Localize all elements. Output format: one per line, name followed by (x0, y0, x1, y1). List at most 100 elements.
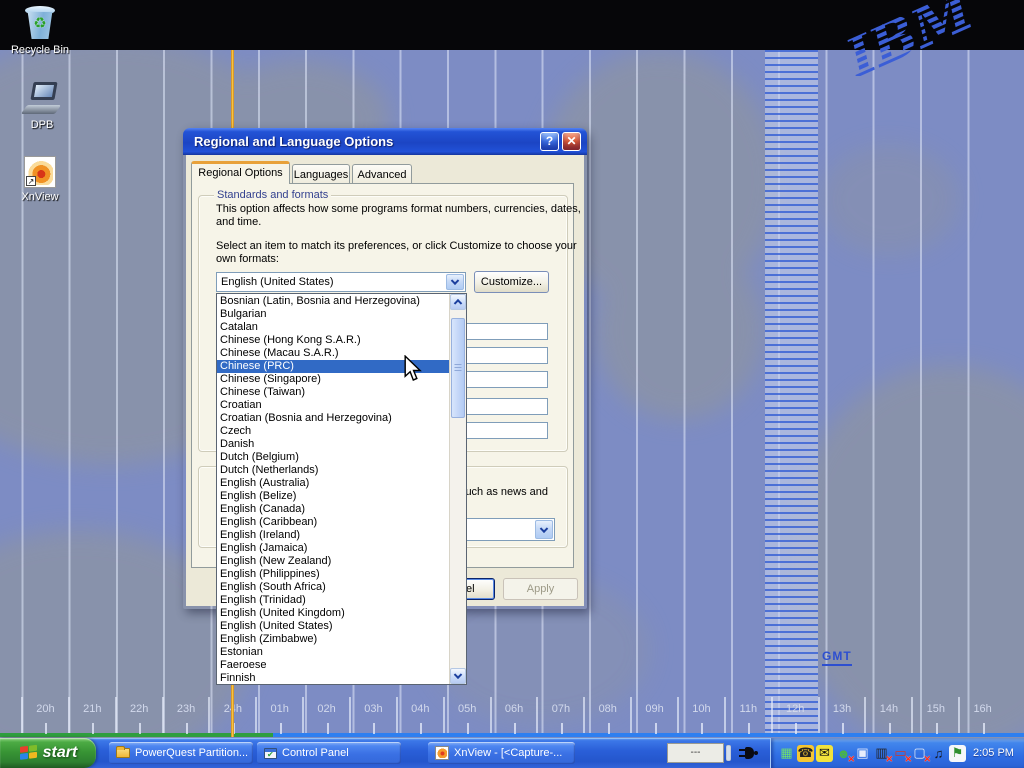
language-list-item[interactable]: Croatian (Bosnia and Herzegovina) (217, 412, 449, 425)
timezone-cell: 21h (68, 697, 115, 733)
chevron-up-icon (454, 299, 462, 307)
formats-instruction-text: Select an item to match its preferences,… (216, 240, 586, 266)
language-list-item[interactable]: Faeroese (217, 659, 449, 672)
window-titlebar[interactable]: Regional and Language Options ? ✕ (183, 128, 587, 155)
scrollbar-thumb[interactable] (451, 318, 465, 418)
language-list-item[interactable]: English (United States) (217, 620, 449, 633)
taskbar-button-control-panel[interactable]: Control Panel (257, 742, 401, 764)
hour-tick (467, 723, 469, 734)
hour-label: 01h (257, 703, 302, 715)
start-button[interactable]: start (0, 738, 96, 768)
language-list-item[interactable]: English (United Kingdom) (217, 607, 449, 620)
language-list-item[interactable]: Estonian (217, 646, 449, 659)
language-list-item[interactable]: English (Ireland) (217, 529, 449, 542)
device-error-icon[interactable]: ▭✕ (892, 745, 909, 762)
hour-tick (655, 723, 657, 734)
timezone-cell: 16h (958, 697, 1005, 733)
hour-tick (373, 723, 375, 734)
language-list-item[interactable]: Chinese (Hong Kong S.A.R.) (217, 334, 449, 347)
language-list-item[interactable]: English (Caribbean) (217, 516, 449, 529)
hour-tick (842, 723, 844, 734)
hour-tick (561, 723, 563, 734)
hour-label: 07h (538, 703, 583, 715)
close-button[interactable]: ✕ (562, 132, 581, 151)
recycle-arrows-icon: ♻ (24, 14, 56, 32)
gmt-meridian-band (765, 50, 818, 735)
hour-tick (420, 723, 422, 734)
hour-tick (608, 723, 610, 734)
timezone-cell: 09h (630, 697, 677, 733)
phone-agent-icon[interactable]: ☎ (797, 745, 814, 762)
user-status-offline-icon[interactable]: ☻✕ (835, 745, 852, 762)
list-scrollbar[interactable] (449, 294, 466, 684)
language-list-item[interactable]: English (Zimbabwe) (217, 633, 449, 646)
hour-tick (701, 723, 703, 734)
scrollbar-up-button[interactable] (450, 294, 466, 310)
control-panel-icon (264, 748, 277, 759)
tab-languages[interactable]: Languages (292, 164, 350, 184)
desktop-icon-dpb[interactable]: DPB (4, 82, 80, 131)
language-list-item[interactable]: Dutch (Netherlands) (217, 464, 449, 477)
language-list-item[interactable]: Czech (217, 425, 449, 438)
desktop-icon-label: Recycle Bin (2, 44, 78, 56)
network-places-icon[interactable]: ▣ (854, 745, 871, 762)
language-list-item[interactable]: English (New Zealand) (217, 555, 449, 568)
apply-button[interactable]: Apply (503, 578, 578, 600)
help-button[interactable]: ? (540, 132, 559, 151)
hour-label: 05h (445, 703, 490, 715)
format-combobox[interactable]: English (United States) (216, 272, 466, 292)
language-list-item[interactable]: Croatian (217, 399, 449, 412)
tab-regional-options[interactable]: Regional Options (191, 161, 290, 184)
language-list-item[interactable]: English (Belize) (217, 490, 449, 503)
signal-disconnected-icon[interactable]: ▥✕ (873, 745, 890, 762)
capture-status-icon[interactable]: ⚑ (949, 745, 966, 762)
timezone-hour-scale: 20h 21h 22h 23h 24h 01h 02h 03h 04h 05h … (0, 697, 1024, 733)
timezone-cell: 04h (396, 697, 443, 733)
language-list-item[interactable]: Dutch (Belgium) (217, 451, 449, 464)
hour-tick (280, 723, 282, 734)
taskbar-button-label: PowerQuest Partition... (135, 747, 248, 759)
language-list-item[interactable]: Chinese (Taiwan) (217, 386, 449, 399)
timezone-cell: 11h (724, 697, 771, 733)
language-list-item[interactable]: Finnish (217, 672, 449, 684)
scrollbar-down-button[interactable] (450, 668, 466, 684)
customize-button[interactable]: Customize... (474, 271, 549, 293)
desktop-icon-xnview[interactable]: ↗ XnView (2, 156, 78, 203)
hour-label: 15h (913, 703, 958, 715)
language-list-item[interactable]: Danish (217, 438, 449, 451)
hour-tick (327, 723, 329, 734)
card-reader-icon[interactable]: ▦ (778, 745, 795, 762)
ac-power-plug-icon[interactable] (739, 746, 759, 760)
language-list-item[interactable]: English (South Africa) (217, 581, 449, 594)
volume-icon[interactable]: ♫ (930, 745, 947, 762)
language-list-item[interactable]: Bosnian (Latin, Bosnia and Herzegovina) (217, 295, 449, 308)
mail-alert-icon[interactable]: ✉ (816, 745, 833, 762)
bottom-strip-blue (273, 733, 1024, 737)
combobox-dropdown-button[interactable] (446, 274, 464, 290)
toolbar-handle[interactable] (726, 745, 731, 761)
hour-label: 16h (960, 703, 1005, 715)
tab-advanced[interactable]: Advanced (352, 164, 412, 184)
hour-label: 21h (70, 703, 115, 715)
power-meter-display: --- (667, 743, 724, 763)
hour-label: 02h (304, 703, 349, 715)
scrollbar-track[interactable] (450, 310, 466, 668)
language-list-item[interactable]: English (Trinidad) (217, 594, 449, 607)
taskbar-button-label: XnView - [<Capture-... (454, 747, 562, 759)
timezone-cell: 15h (911, 697, 958, 733)
language-list-item[interactable]: English (Jamaica) (217, 542, 449, 555)
remote-display-offline-icon[interactable]: ▢✕ (911, 745, 928, 762)
taskbar-button-powerquest[interactable]: PowerQuest Partition... (109, 742, 253, 764)
hour-label: 22h (117, 703, 162, 715)
language-list-item[interactable]: Bulgarian (217, 308, 449, 321)
language-list-item[interactable]: English (Philippines) (217, 568, 449, 581)
language-list-item[interactable]: English (Canada) (217, 503, 449, 516)
combobox-dropdown-button[interactable] (535, 520, 553, 539)
language-list-item[interactable]: Catalan (217, 321, 449, 334)
taskbar-button-xnview[interactable]: XnView - [<Capture-... (428, 742, 575, 764)
timezone-cell: 02h (302, 697, 349, 733)
language-list-item[interactable]: English (Australia) (217, 477, 449, 490)
desktop-icon-recycle-bin[interactable]: ♻ Recycle Bin (2, 5, 78, 56)
desktop-icon-label: XnView (2, 191, 78, 203)
windows-flag-icon (19, 744, 39, 762)
